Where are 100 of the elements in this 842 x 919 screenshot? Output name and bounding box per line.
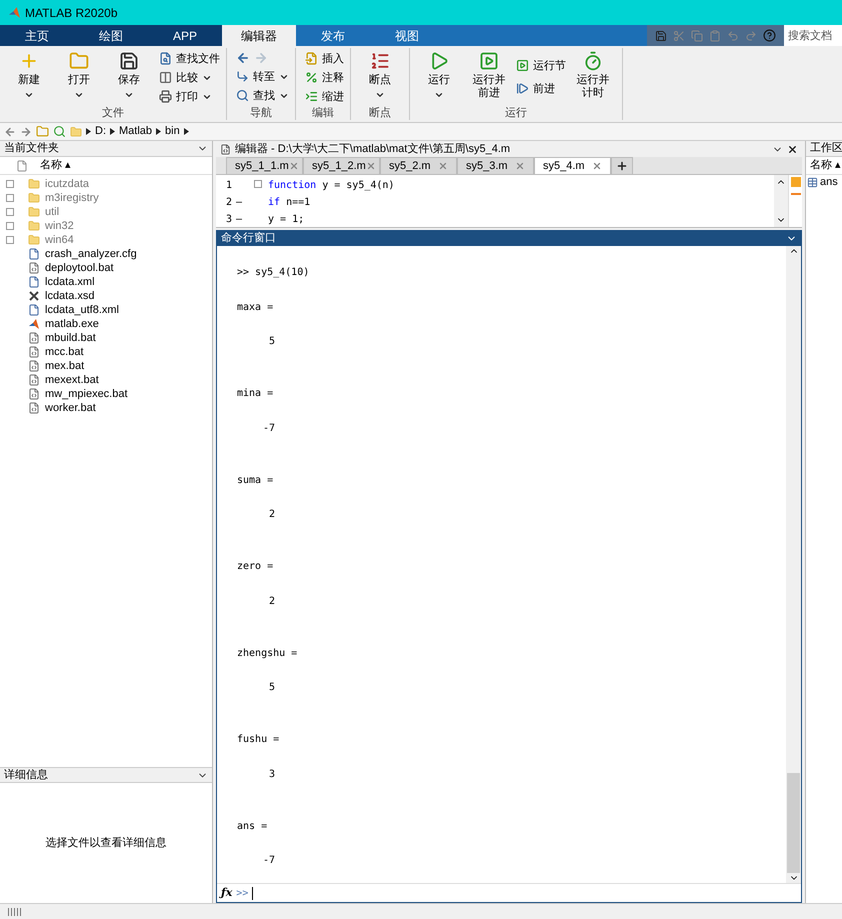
output-variable: zero = xyxy=(237,560,274,574)
back-arrow-icon[interactable] xyxy=(4,126,16,138)
file-icon xyxy=(28,304,40,316)
path-segment[interactable]: bin xyxy=(165,123,180,140)
command-input-line: >> sy5_4(10) xyxy=(237,266,310,280)
breakpoint-marker: — xyxy=(236,214,242,225)
toolbar-button[interactable]: 查找文件 xyxy=(159,49,220,68)
folder-icon xyxy=(28,192,40,204)
file-row[interactable]: m3iregistry xyxy=(0,191,212,205)
undo-icon[interactable] xyxy=(727,30,739,42)
close-icon[interactable] xyxy=(787,144,798,154)
script-file-icon xyxy=(28,346,40,358)
plus-icon xyxy=(616,160,628,172)
file-row[interactable]: crash_analyzer.cfg xyxy=(0,247,212,261)
toolbar-button[interactable]: 运行并计时 xyxy=(570,48,616,107)
script-file-icon xyxy=(28,374,40,386)
file-row[interactable]: lcdata_utf8.xml xyxy=(0,303,212,317)
advance-icon xyxy=(516,82,529,95)
toolbar-button[interactable]: 运行并前进 xyxy=(466,48,512,107)
variable-row[interactable]: ans xyxy=(806,175,842,189)
cut-icon[interactable] xyxy=(673,30,685,42)
file-row[interactable]: util xyxy=(0,205,212,219)
file-row[interactable]: lcdata.xml xyxy=(0,275,212,289)
chevron-right-icon xyxy=(110,128,115,135)
path-segment[interactable]: D: xyxy=(95,123,106,140)
scroll-thumb[interactable] xyxy=(787,773,800,873)
output-variable: zhengshu = xyxy=(237,646,298,661)
toolbar-button[interactable]: 新建 xyxy=(6,48,52,107)
redo-icon[interactable] xyxy=(745,30,757,42)
toolbar-button[interactable]: 打印 xyxy=(159,87,220,106)
file-row[interactable]: win32 xyxy=(0,219,212,233)
copy-icon[interactable] xyxy=(691,30,703,42)
toolbar-button[interactable]: 断点 xyxy=(357,48,403,107)
search-file-icon xyxy=(159,52,172,65)
script-file-icon xyxy=(28,388,40,400)
toolbar-button[interactable]: 转至 xyxy=(236,67,289,86)
file-row[interactable]: icutzdata xyxy=(0,177,212,191)
file-row[interactable]: lcdata.xsd xyxy=(0,289,212,303)
forward-arrow-icon[interactable] xyxy=(20,126,32,138)
file-row[interactable]: worker.bat xyxy=(0,401,212,415)
file-row[interactable]: matlab.exe xyxy=(0,317,212,331)
group-label: 文件 xyxy=(101,107,125,120)
code-editor[interactable]: 1 function y = sy5_4(n) 2 — if n==1 3 — y = 1; xyxy=(216,175,802,228)
group-label: 运行 xyxy=(504,107,528,120)
column-header[interactable]: 名称 ▴ xyxy=(806,157,842,175)
ribbon-tab[interactable]: 发布 xyxy=(296,25,370,46)
matrix-icon xyxy=(807,176,818,188)
search-field[interactable]: 搜索文档 xyxy=(784,25,842,46)
chevron-right-icon xyxy=(86,128,91,135)
file-tab[interactable]: sy5_1_1.m xyxy=(226,157,303,174)
scrollbar[interactable] xyxy=(786,246,801,883)
help-icon[interactable] xyxy=(763,29,776,42)
toolbar-button[interactable]: 运行 xyxy=(416,48,462,107)
file-tab[interactable]: sy5_2.m xyxy=(380,157,457,174)
panel-title: 详细信息 xyxy=(4,768,48,783)
ribbon-tab[interactable]: 视图 xyxy=(370,25,444,46)
path-segment[interactable]: Matlab xyxy=(119,123,152,140)
toolbar-button[interactable]: 查找 xyxy=(236,86,289,105)
scrollbar[interactable] xyxy=(774,175,788,227)
file-row[interactable]: win64 xyxy=(0,233,212,247)
output-variable: maxa = xyxy=(237,300,274,315)
run-advance-icon xyxy=(479,51,499,71)
back-arrow-icon[interactable] xyxy=(236,51,250,65)
ribbon-tab[interactable]: 绘图 xyxy=(74,25,148,46)
toolbar-button[interactable]: 前进 xyxy=(516,79,566,98)
file-row[interactable]: mbuild.bat xyxy=(0,331,212,345)
file-icon xyxy=(28,276,40,288)
run-section-icon xyxy=(516,59,529,72)
toolbar-button[interactable]: 比较 xyxy=(159,68,220,87)
new-tab-button[interactable] xyxy=(611,157,633,174)
toolbar-button[interactable]: 运行节 xyxy=(516,56,566,75)
file-tab[interactable]: sy5_1_2.m xyxy=(303,157,380,174)
toolbar-button[interactable]: 注释 xyxy=(305,68,344,87)
toolbar-button[interactable]: 保存 xyxy=(106,48,152,107)
matlab-logo-icon xyxy=(8,6,21,19)
file-tab[interactable]: sy5_3.m xyxy=(457,157,534,174)
run-time-icon xyxy=(583,51,603,71)
command-prompt-field[interactable]: ƒx >> xyxy=(217,883,801,902)
paste-icon[interactable] xyxy=(709,30,721,42)
file-icon xyxy=(16,160,28,172)
ribbon-tab[interactable]: 主页 xyxy=(0,25,74,46)
toolbar-button[interactable]: 打开 xyxy=(56,48,102,107)
group-label: 编辑 xyxy=(311,107,335,120)
output-value: 5 xyxy=(268,681,275,696)
file-row[interactable]: deploytool.bat xyxy=(0,261,212,275)
column-header[interactable]: 名称 ▴ xyxy=(0,157,212,175)
file-row[interactable]: mexext.bat xyxy=(0,373,212,387)
file-row[interactable]: mcc.bat xyxy=(0,345,212,359)
script-file-icon xyxy=(28,262,40,274)
file-row[interactable]: mw_mpiexec.bat xyxy=(0,387,212,401)
function-button[interactable]: ƒx xyxy=(221,884,232,902)
output-value: -7 xyxy=(262,422,275,436)
toolbar-button[interactable]: 插入 xyxy=(305,49,344,68)
ribbon-tab[interactable]: APP xyxy=(148,25,222,46)
line-number: 1 xyxy=(224,179,232,193)
toolbar-button[interactable]: 缩进 xyxy=(305,87,344,106)
ribbon-tab[interactable]: 编辑器 xyxy=(222,25,296,46)
file-row[interactable]: mex.bat xyxy=(0,359,212,373)
file-tab[interactable]: sy5_4.m xyxy=(534,157,611,174)
save-icon[interactable] xyxy=(655,30,667,42)
